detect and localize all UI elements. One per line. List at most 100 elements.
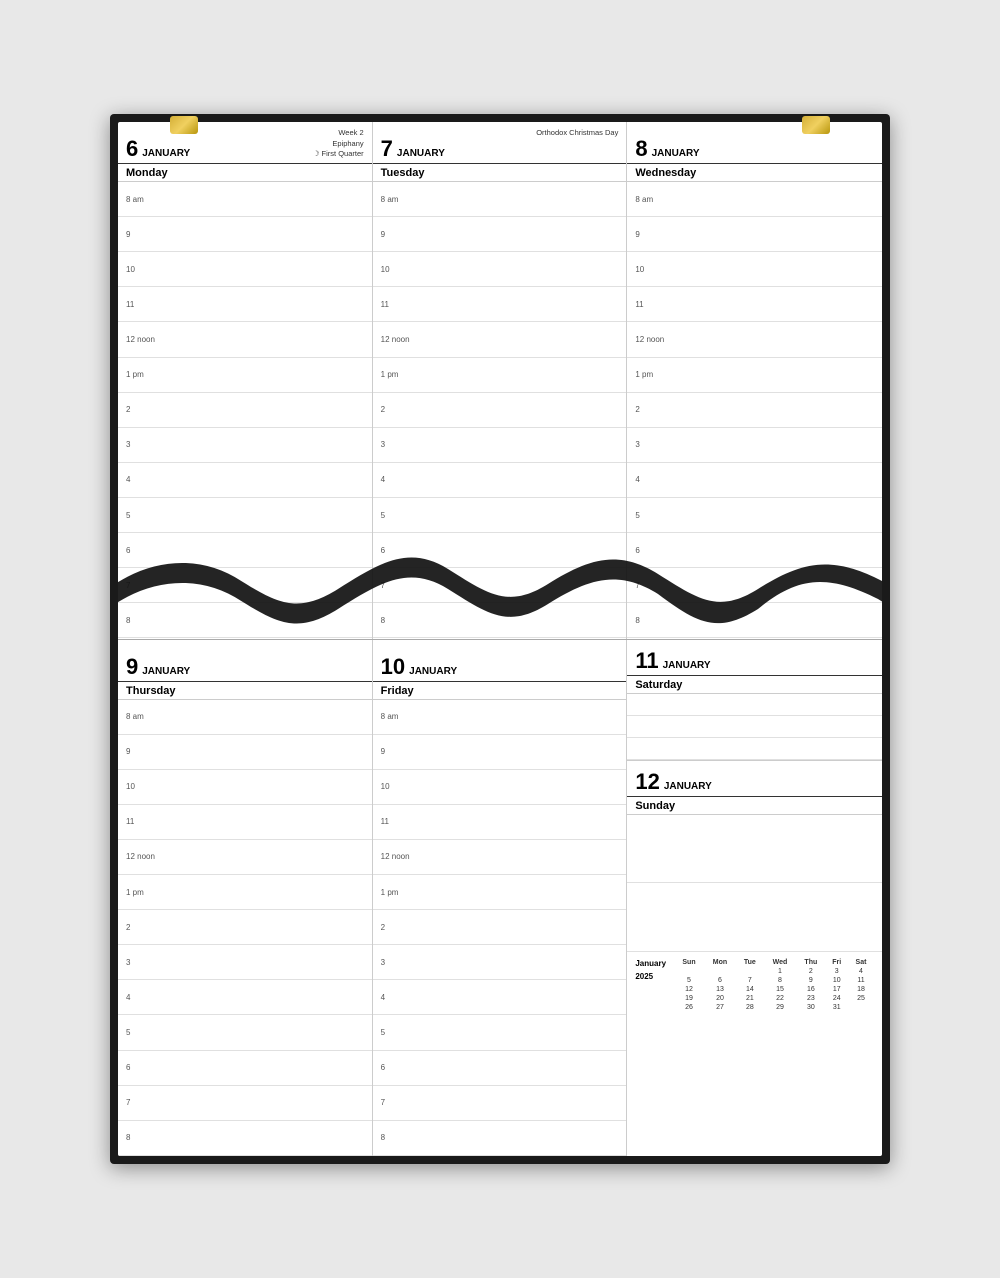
time-row: 11 (373, 805, 627, 840)
time-row: 4 (118, 980, 372, 1015)
time-row: 9 (118, 735, 372, 770)
time-row: 8 am (627, 182, 882, 217)
mini-cal-header: Wed (764, 958, 796, 967)
mini-calendar: January 2025 Sun Mon Tue Wed (627, 952, 882, 1156)
day-name-8: Wednesday (627, 164, 882, 182)
time-row: 11 (118, 805, 372, 840)
day-number-10: 10 (381, 656, 405, 678)
time-row: 4 (373, 463, 627, 498)
day-col-6: 6 January Week 2Epiphany☽ First Quarter … (118, 122, 373, 639)
time-row: 1 pm (373, 875, 627, 910)
day-header-10: 10 January (373, 640, 627, 682)
time-row: 6 (373, 533, 627, 568)
time-row: 1 pm (373, 358, 627, 393)
day-notes-6: Week 2Epiphany☽ First Quarter (313, 128, 364, 160)
time-row (627, 738, 882, 760)
day-header-8: 8 January (627, 122, 882, 164)
time-row: 4 (373, 980, 627, 1015)
day-month-7: January (397, 148, 445, 159)
bottom-half: 9 January Thursday 8 am 9 10 11 12 noon … (118, 640, 882, 1157)
time-rows-7: 8 am 9 10 11 12 noon 1 pm 2 3 4 5 6 7 8 (373, 182, 627, 639)
day-notes-7: Orthodox Christmas Day (536, 128, 618, 139)
time-rows-8: 8 am 9 10 11 12 noon 1 pm 2 3 4 5 6 7 8 (627, 182, 882, 639)
time-row: 9 (118, 217, 372, 252)
time-row (627, 815, 882, 884)
day-number-6: 6 (126, 138, 138, 160)
day-name-9: Thursday (118, 682, 372, 700)
day-name-12: Sunday (627, 797, 882, 815)
time-rows-9: 8 am 9 10 11 12 noon 1 pm 2 3 4 5 6 7 8 (118, 700, 372, 1157)
mini-cal-week: 1234 (674, 967, 874, 976)
time-row: 6 (118, 533, 372, 568)
time-row: 3 (118, 428, 372, 463)
mini-cal-week: 12131415161718 (674, 985, 874, 994)
time-row: 12 noon (373, 840, 627, 875)
time-row: 5 (627, 498, 882, 533)
time-row: 10 (373, 770, 627, 805)
mini-cal-header: Sun (674, 958, 704, 967)
time-row: 3 (373, 428, 627, 463)
top-three-col: 6 January Week 2Epiphany☽ First Quarter … (118, 122, 882, 639)
time-rows-6: 8 am 9 10 11 12 noon 1 pm 2 3 4 5 6 7 8 (118, 182, 372, 639)
time-row: 8 (118, 603, 372, 638)
day-number-7: 7 (381, 138, 393, 160)
time-row: 3 (373, 945, 627, 980)
day-name-6: Monday (118, 164, 372, 182)
day-header-7: 7 January Orthodox Christmas Day (373, 122, 627, 164)
time-row: 10 (373, 252, 627, 287)
day-number-11: 11 (635, 650, 658, 672)
time-row: 2 (118, 393, 372, 428)
day-col-11-12: 11 January Saturday (627, 640, 882, 1157)
time-row: 8 (373, 603, 627, 638)
time-row: 8 (373, 1121, 627, 1156)
time-row: 10 (627, 252, 882, 287)
day-header-9: 9 January (118, 640, 372, 682)
mini-cal-week: 19202122232425 (674, 994, 874, 1003)
mini-cal-header: Thu (796, 958, 825, 967)
day-month-11: January (663, 660, 711, 671)
day-col-8: 8 January Wednesday 8 am 9 10 11 12 noon… (627, 122, 882, 639)
day-month-6: January (142, 148, 190, 159)
mini-cal-week: 262728293031 (674, 1003, 874, 1012)
time-row: 11 (627, 287, 882, 322)
day-month-10: January (409, 666, 457, 677)
time-row: 6 (627, 533, 882, 568)
time-row: 8 (627, 603, 882, 638)
time-row (627, 716, 882, 738)
day-section-11: 11 January Saturday (627, 640, 882, 761)
day-number-9: 9 (126, 656, 138, 678)
time-row: 4 (627, 463, 882, 498)
day-header-11: 11 January (627, 640, 882, 676)
time-row: 7 (627, 568, 882, 603)
time-row: 6 (373, 1051, 627, 1086)
day-name-11: Saturday (627, 676, 882, 694)
day-name-7: Tuesday (373, 164, 627, 182)
time-row: 8 am (118, 182, 372, 217)
time-row: 8 (118, 1121, 372, 1156)
day-month-12: January (664, 781, 712, 792)
day-col-9: 9 January Thursday 8 am 9 10 11 12 noon … (118, 640, 373, 1157)
day-section-12: 12 January Sunday (627, 761, 882, 953)
time-row: 1 pm (627, 358, 882, 393)
day-month-9: January (142, 666, 190, 677)
day-col-10: 10 January Friday 8 am 9 10 11 12 noon 1… (373, 640, 628, 1157)
time-row (627, 694, 882, 716)
time-row: 10 (118, 770, 372, 805)
bottom-three-col: 9 January Thursday 8 am 9 10 11 12 noon … (118, 640, 882, 1157)
mini-cal-header: Mon (704, 958, 736, 967)
mini-cal-month-year: January 2025 (635, 958, 666, 984)
time-row: 5 (373, 1015, 627, 1050)
time-row: 2 (627, 393, 882, 428)
mini-cal-header: Sat (848, 958, 874, 967)
time-row (627, 883, 882, 952)
time-row: 8 am (373, 700, 627, 735)
day-header-12: 12 January (627, 761, 882, 797)
time-row: 7 (373, 568, 627, 603)
time-row: 11 (373, 287, 627, 322)
mini-cal-header: Fri (825, 958, 848, 967)
time-row: 12 noon (627, 322, 882, 357)
time-row: 8 am (373, 182, 627, 217)
time-row: 9 (373, 217, 627, 252)
time-row: 1 pm (118, 358, 372, 393)
time-row: 12 noon (118, 322, 372, 357)
